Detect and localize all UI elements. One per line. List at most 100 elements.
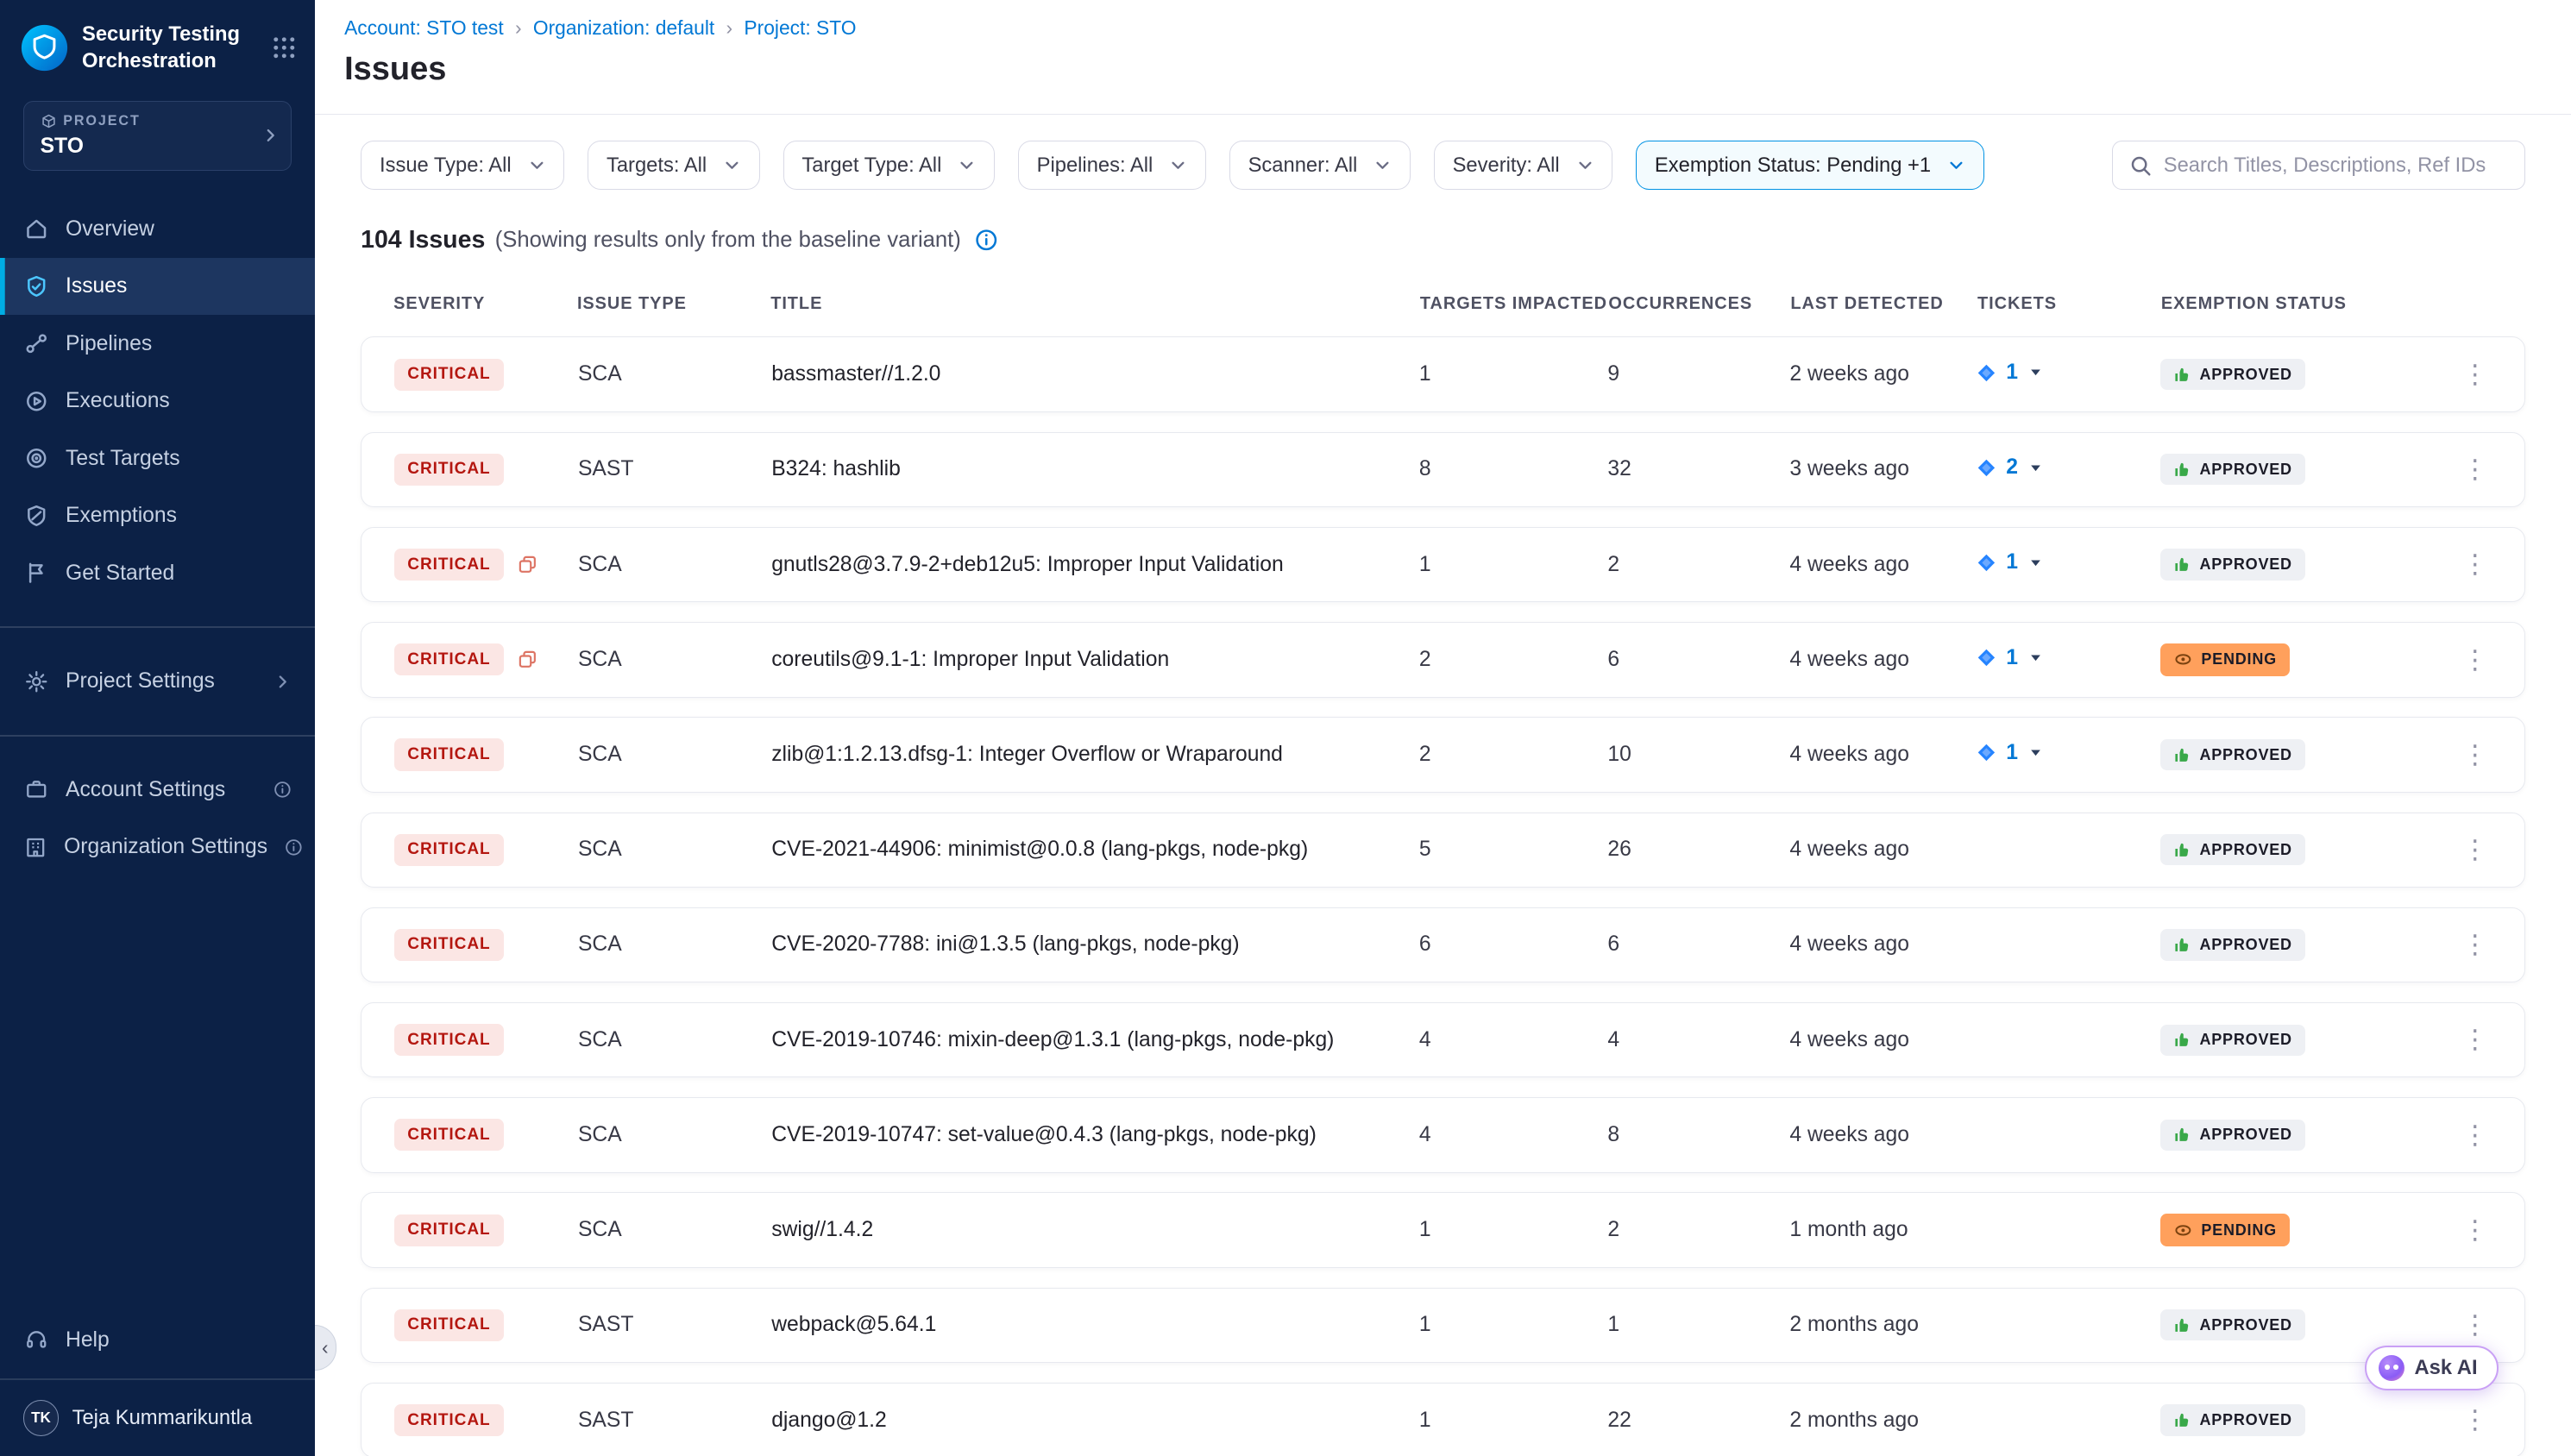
row-menu-button[interactable]: ⋮ [2459,545,2492,585]
issue-title[interactable]: webpack@5.64.1 [771,1313,1419,1337]
row-menu-button[interactable]: ⋮ [2459,926,2492,965]
approved-icon [2173,461,2191,479]
targets-impacted: 1 [1419,362,1608,386]
ticket-link[interactable]: 1 [1977,646,2044,670]
sidebar-item-overview[interactable]: Overview [0,200,315,258]
table-row[interactable]: CRITICAL SAST B324: hashlib 8 32 3 weeks… [361,432,2525,507]
issue-title[interactable]: CVE-2020-7788: ini@1.3.5 (lang-pkgs, nod… [771,932,1419,957]
row-menu-button[interactable]: ⋮ [2459,1401,2492,1440]
search-box [2112,141,2525,190]
chevron-down-icon [958,156,976,174]
table-row[interactable]: CRITICAL SCA zlib@1:1.2.13.dfsg-1: Integ… [361,717,2525,792]
ticket-count: 1 [2006,550,2018,574]
exemption-status-badge: APPROVED [2160,739,2305,770]
sidebar-item-label: Issues [66,274,127,298]
user-profile[interactable]: TK Teja Kummarikuntla [0,1390,315,1440]
filter-target-type[interactable]: Target Type: All [783,141,996,190]
last-detected: 4 weeks ago [1789,743,1977,767]
table-row[interactable]: CRITICAL SAST webpack@5.64.1 1 1 2 month… [361,1288,2525,1363]
sidebar-nav: Overview Issues Pipelines Executions [0,200,315,602]
sidebar-item-organization-settings[interactable]: Organization Settings [0,819,315,876]
table-row[interactable]: CRITICAL SCA bassmaster//1.2.0 1 9 2 wee… [361,336,2525,411]
row-menu-button[interactable]: ⋮ [2459,355,2492,394]
sto-shield-logo-icon[interactable] [20,23,69,72]
sidebar-header: Security Testing Orchestration [0,0,315,74]
ask-ai-button[interactable]: Ask AI [2365,1346,2499,1390]
occurrences: 22 [1607,1409,1789,1433]
row-menu-button[interactable]: ⋮ [2459,1115,2492,1155]
table-row[interactable]: CRITICAL SCA swig//1.4.2 1 2 1 month ago [361,1192,2525,1267]
help-button[interactable]: Help [0,1311,315,1369]
breadcrumb-project-link[interactable]: Project: STO [744,16,856,40]
issue-type: SCA [578,1028,771,1052]
breadcrumb-account-link[interactable]: Account: STO test [344,16,504,40]
ticket-link[interactable]: 2 [1977,455,2044,480]
breadcrumb-org-link[interactable]: Organization: default [533,16,714,40]
issue-title[interactable]: zlib@1:1.2.13.dfsg-1: Integer Overflow o… [771,743,1419,767]
jira-ticket-icon [1977,648,1996,668]
issue-title[interactable]: swig//1.4.2 [771,1218,1419,1242]
table-row[interactable]: CRITICAL SCA CVE-2019-10746: mixin-deep@… [361,1002,2525,1077]
sidebar-item-label: Test Targets [66,447,180,471]
table-row[interactable]: CRITICAL SCA CVE-2020-7788: ini@1.3.5 (l… [361,907,2525,982]
filter-targets[interactable]: Targets: All [588,141,760,190]
row-menu-button[interactable]: ⋮ [2459,735,2492,775]
module-grid-icon[interactable] [273,36,296,60]
row-menu-button[interactable]: ⋮ [2459,1020,2492,1060]
breadcrumb: Account: STO test › Organization: defaul… [344,16,2571,40]
search-input[interactable] [2164,154,2508,178]
table-row[interactable]: CRITICAL SCA CVE-2019-10747: set-value@0… [361,1097,2525,1172]
sidebar-item-test-targets[interactable]: Test Targets [0,430,315,487]
issue-title[interactable]: bassmaster//1.2.0 [771,362,1419,386]
sidebar-item-get-started[interactable]: Get Started [0,544,315,602]
row-menu-button[interactable]: ⋮ [2459,1210,2492,1250]
ticket-link[interactable]: 1 [1977,741,2044,765]
issue-title[interactable]: CVE-2019-10747: set-value@0.4.3 (lang-pk… [771,1123,1419,1147]
table-row[interactable]: CRITICAL SCA gnutls28@3.7.9-2+deb12u5: I… [361,527,2525,602]
ask-ai-label: Ask AI [2415,1356,2478,1380]
sidebar-item-label: Account Settings [66,778,225,802]
ticket-link[interactable]: 1 [1977,550,2044,574]
issue-type: SCA [578,553,771,577]
avatar: TK [23,1400,60,1436]
severity-badge: CRITICAL [394,738,504,770]
sidebar-item-pipelines[interactable]: Pipelines [0,315,315,373]
issue-title[interactable]: coreutils@9.1-1: Improper Input Validati… [771,648,1419,672]
filter-severity[interactable]: Severity: All [1434,141,1613,190]
row-menu-button[interactable]: ⋮ [2459,450,2492,490]
project-selector[interactable]: PROJECT STO [23,101,292,171]
issue-title[interactable]: gnutls28@3.7.9-2+deb12u5: Improper Input… [771,553,1419,577]
row-menu-button[interactable]: ⋮ [2459,830,2492,869]
sidebar-item-executions[interactable]: Executions [0,373,315,430]
filter-pipelines[interactable]: Pipelines: All [1018,141,1206,190]
issue-title[interactable]: B324: hashlib [771,457,1419,481]
exemption-status-badge: APPROVED [2160,1120,2305,1151]
issue-title[interactable]: CVE-2019-10746: mixin-deep@1.3.1 (lang-p… [771,1028,1419,1052]
approved-icon [2173,1031,2191,1049]
sidebar-item-project-settings[interactable]: Project Settings [0,653,315,711]
filter-issue-type[interactable]: Issue Type: All [361,141,564,190]
filter-scanner[interactable]: Scanner: All [1229,141,1411,190]
info-icon[interactable] [974,228,999,253]
targets-impacted: 2 [1419,648,1608,672]
row-menu-button[interactable]: ⋮ [2459,640,2492,680]
filter-exemption-status[interactable]: Exemption Status: Pending +1 [1636,141,1984,190]
sidebar-item-issues[interactable]: Issues [0,258,315,316]
issue-title[interactable]: django@1.2 [771,1409,1419,1433]
table-row[interactable]: CRITICAL SAST django@1.2 1 22 2 months a… [361,1383,2525,1456]
exemption-status-badge: PENDING [2160,1214,2290,1246]
issues-summary: 104 Issues (Showing results only from th… [361,226,2525,254]
table-row[interactable]: CRITICAL SCA CVE-2021-44906: minimist@0.… [361,813,2525,888]
ticket-link[interactable]: 1 [1977,361,2044,385]
exemption-status-badge: APPROVED [2160,1404,2305,1435]
sidebar-footer: Help TK Teja Kummarikuntla [0,1311,315,1439]
table-row[interactable]: CRITICAL SCA coreutils@9.1-1: Improper I… [361,622,2525,697]
issue-title[interactable]: CVE-2021-44906: minimist@0.0.8 (lang-pkg… [771,838,1419,862]
occurrences: 8 [1607,1123,1789,1147]
row-menu-button[interactable]: ⋮ [2459,1306,2492,1346]
last-detected: 4 weeks ago [1789,1028,1977,1052]
chevron-down-icon [2027,744,2044,761]
sidebar-item-account-settings[interactable]: Account Settings [0,761,315,819]
sidebar-item-exemptions[interactable]: Exemptions [0,487,315,545]
approved-icon [2173,1316,2191,1334]
